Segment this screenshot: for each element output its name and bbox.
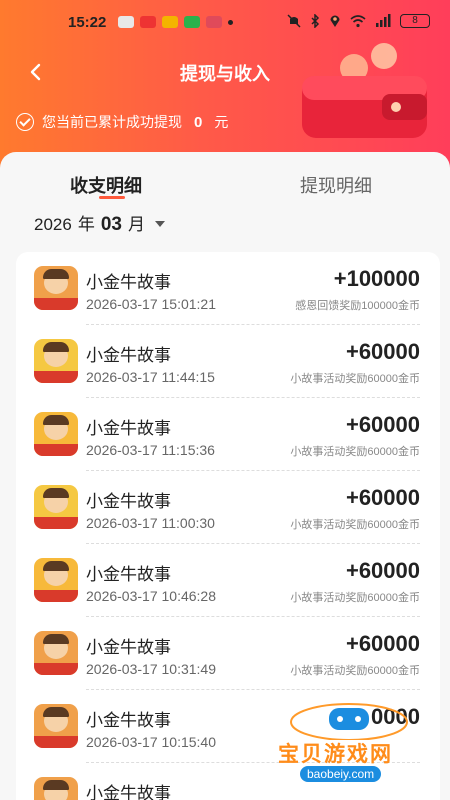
record-title: 小金牛故事 <box>86 784 171 800</box>
summary-prefix: 您当前已累计成功提现 <box>42 114 182 130</box>
record-date: 2026-03-17 10:31:49 <box>86 661 216 677</box>
record-title: 小金牛故事 <box>86 273 171 292</box>
record-title: 小金牛故事 <box>86 565 171 584</box>
record-amount: +60000 <box>345 631 420 656</box>
record-description: 小故事活动奖励60000金币 <box>290 592 420 604</box>
record-amount: +60000 <box>345 339 420 364</box>
record-title: 小金牛故事 <box>86 346 171 365</box>
app-notification-icon <box>206 16 222 28</box>
app-notification-icon <box>140 16 156 28</box>
record-title: 小金牛故事 <box>86 711 171 730</box>
record-date: 2026-03-17 11:00:30 <box>86 515 215 531</box>
record-amount: +60000 <box>345 485 420 510</box>
record-amount: +60000 <box>345 412 420 437</box>
record-description: 小故事活动奖励60000金币 <box>290 665 420 677</box>
record-date: 2026-03-17 10:46:28 <box>86 588 216 604</box>
watermark-url: baobeiy.com <box>300 766 382 782</box>
summary-unit: 元 <box>214 114 229 130</box>
year-value: 2026 <box>34 215 72 234</box>
app-icon <box>34 704 78 748</box>
list-item[interactable]: 小金牛故事 2026-03-17 11:00:30 +60000 小故事活动奖励… <box>16 471 440 544</box>
list-item[interactable]: 小金牛故事 2026-03-17 11:15:36 +60000 小故事活动奖励… <box>16 398 440 471</box>
record-description: 小故事活动奖励60000金币 <box>290 446 420 458</box>
more-dot-icon <box>228 20 233 25</box>
watermark-logo: 宝贝游戏网 baobeiy.com <box>274 700 424 790</box>
month-picker[interactable]: 2026 年 03 月 <box>34 210 165 236</box>
withdraw-summary: 您当前已累计成功提现 0 元 <box>16 112 228 132</box>
app-icon <box>34 631 78 675</box>
record-title: 小金牛故事 <box>86 419 171 438</box>
list-item[interactable]: 小金牛故事 2026-03-17 10:31:49 +60000 小故事活动奖励… <box>16 617 440 690</box>
record-description: 感恩回馈奖励100000金币 <box>295 300 420 312</box>
mute-icon <box>287 14 301 28</box>
record-date: 2026-03-17 15:01:21 <box>86 296 216 312</box>
app-icon <box>34 266 78 310</box>
notification-icons <box>118 16 233 28</box>
record-title: 小金牛故事 <box>86 638 171 657</box>
list-item[interactable]: 小金牛故事 2026-03-17 10:46:28 +60000 小故事活动奖励… <box>16 544 440 617</box>
check-circle-icon <box>16 113 34 131</box>
app-icon <box>34 558 78 602</box>
app-icon <box>34 339 78 383</box>
gamepad-icon <box>290 703 408 741</box>
app-icon <box>34 412 78 456</box>
record-title: 小金牛故事 <box>86 492 171 511</box>
wifi-icon <box>350 15 366 28</box>
record-description: 小故事活动奖励60000金币 <box>290 519 420 531</box>
app-icon <box>34 777 78 800</box>
battery-icon: 8 <box>400 14 430 28</box>
wallet-illustration <box>302 43 427 138</box>
list-item[interactable]: 小金牛故事 2026-03-17 15:01:21 +100000 感恩回馈奖励… <box>16 252 440 325</box>
signal-icon <box>376 14 391 27</box>
watermark-text: 宝贝游戏网 <box>278 743 393 766</box>
app-notification-icon <box>162 16 178 28</box>
app-notification-icon <box>118 16 134 28</box>
bluetooth-icon <box>311 14 320 28</box>
month-value: 03 <box>100 214 122 235</box>
record-date: 2026-03-17 10:15:40 <box>86 734 216 750</box>
list-item[interactable]: 小金牛故事 2026-03-17 11:44:15 +60000 小故事活动奖励… <box>16 325 440 398</box>
record-description: 小故事活动奖励60000金币 <box>290 373 420 385</box>
caret-down-icon <box>154 221 165 227</box>
record-date: 2026-03-17 11:44:15 <box>86 369 215 385</box>
system-icons: 8 <box>287 14 430 28</box>
status-time: 15:22 <box>68 14 107 31</box>
record-amount: +100000 <box>333 266 420 291</box>
active-tab-indicator <box>99 196 125 199</box>
app-icon <box>34 485 78 529</box>
phone-icon <box>184 16 200 28</box>
tab-income-details[interactable]: 收支明细 <box>70 172 142 198</box>
record-amount: +60000 <box>345 558 420 583</box>
location-icon <box>330 15 340 27</box>
record-date: 2026-03-17 11:15:36 <box>86 442 215 458</box>
month-unit: 月 <box>127 215 145 234</box>
status-bar: 15:22 8 <box>0 10 450 38</box>
summary-amount: 0 <box>194 113 203 131</box>
year-unit: 年 <box>77 215 95 234</box>
tab-withdraw-details[interactable]: 提现明细 <box>300 172 372 198</box>
